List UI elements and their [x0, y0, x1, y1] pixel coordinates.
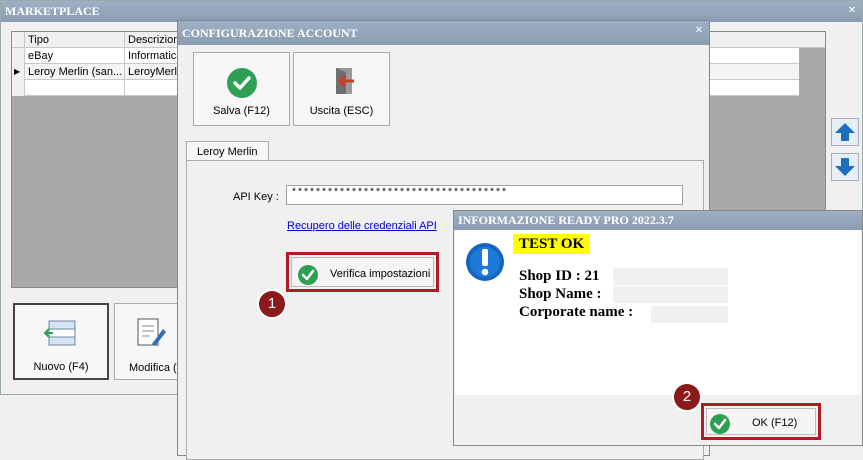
api-key-input[interactable]: ************************************: [286, 185, 683, 205]
edit-button[interactable]: Modifica (F: [114, 303, 184, 380]
shop-name-label: Shop Name :: [519, 286, 602, 302]
cell-descrizione: Informatica: [125, 48, 185, 64]
test-result-label: TEST OK: [513, 234, 591, 254]
check-circle-icon: [710, 414, 730, 434]
arrow-up-icon: [835, 123, 855, 141]
config-title-bar: CONFIGURAZIONE ACCOUNT ×: [178, 21, 709, 45]
ok-button-label: OK (F12): [752, 417, 798, 429]
shop-id-label: Shop ID : 21: [519, 268, 600, 284]
cell-descrizione: LeroyMerlin: [125, 64, 185, 80]
new-record-icon: [43, 320, 76, 346]
new-button[interactable]: Nuovo (F4): [13, 303, 109, 380]
save-button-label: Salva (F12): [213, 105, 270, 117]
tab-leroy-merlin[interactable]: Leroy Merlin: [186, 141, 269, 161]
exit-button-label: Uscita (ESC): [309, 105, 374, 117]
exit-button[interactable]: Uscita (ESC): [293, 52, 390, 126]
cell-tipo: eBay: [25, 48, 125, 64]
verify-settings-label: Verifica impostazioni: [330, 268, 431, 280]
config-title: CONFIGURAZIONE ACCOUNT: [182, 26, 358, 40]
ok-button[interactable]: OK (F12): [701, 403, 821, 440]
column-header-descrizione[interactable]: Descrizione: [125, 32, 185, 48]
marketplace-title: MARKETPLACE: [5, 4, 100, 18]
redacted-corporate-name: [651, 306, 728, 323]
redacted-shop-name: [613, 286, 728, 303]
edit-button-label: Modifica (F: [129, 362, 183, 374]
info-title-bar: INFORMAZIONE READY PRO 2022.3.7: [454, 211, 862, 230]
cell-tipo: Leroy Merlin (san...: [25, 64, 125, 80]
config-close-button[interactable]: ×: [695, 21, 703, 41]
row-indicator-icon: ▶: [12, 64, 25, 80]
verify-settings-button[interactable]: Verifica impostazioni: [286, 252, 439, 292]
redacted-shop-id: [613, 268, 728, 285]
info-title: INFORMAZIONE READY PRO 2022.3.7: [458, 213, 674, 227]
save-button[interactable]: Salva (F12): [193, 52, 290, 126]
step-badge-1: 1: [257, 289, 287, 319]
new-button-label: Nuovo (F4): [33, 361, 89, 373]
recover-credentials-link[interactable]: Recupero delle credenziali API: [287, 220, 437, 232]
check-circle-icon: [226, 68, 257, 98]
marketplace-title-bar: MARKETPLACE ×: [1, 1, 862, 22]
move-up-button[interactable]: [831, 118, 859, 146]
corporate-name-label: Corporate name :: [519, 304, 634, 320]
column-header-tipo[interactable]: Tipo: [25, 32, 125, 48]
api-key-label: API Key :: [233, 191, 279, 203]
move-down-button[interactable]: [831, 153, 859, 181]
info-message-area: TEST OK Shop ID : 21 Shop Name : Corpora…: [455, 230, 861, 395]
marketplace-close-button[interactable]: ×: [848, 1, 856, 21]
exit-door-icon: [335, 68, 354, 94]
info-dialog: INFORMAZIONE READY PRO 2022.3.7 TEST OK …: [453, 210, 863, 446]
step-badge-2: 2: [672, 382, 702, 412]
edit-document-icon: [137, 318, 166, 346]
arrow-down-icon: [835, 158, 855, 176]
info-exclamation-icon: [466, 243, 504, 281]
check-circle-icon: [298, 265, 318, 285]
